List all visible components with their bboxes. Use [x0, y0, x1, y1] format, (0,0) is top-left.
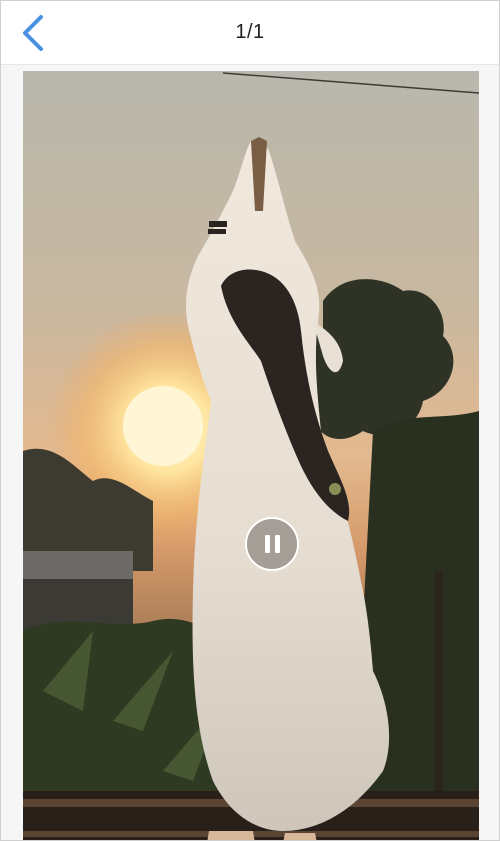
pause-button[interactable] — [245, 517, 299, 571]
pause-icon — [264, 535, 280, 553]
sun — [123, 386, 203, 466]
lens-flare — [329, 483, 341, 495]
tree-trunk — [435, 571, 443, 811]
video-frame[interactable] — [23, 71, 479, 840]
video-still — [23, 71, 479, 840]
top-navigation-bar: 1/1 — [1, 1, 499, 65]
building-roof — [23, 551, 133, 581]
image-viewer-screen: 1/1 — [0, 0, 500, 841]
image-counter: 1/1 — [235, 21, 265, 43]
media-viewer — [1, 65, 499, 840]
